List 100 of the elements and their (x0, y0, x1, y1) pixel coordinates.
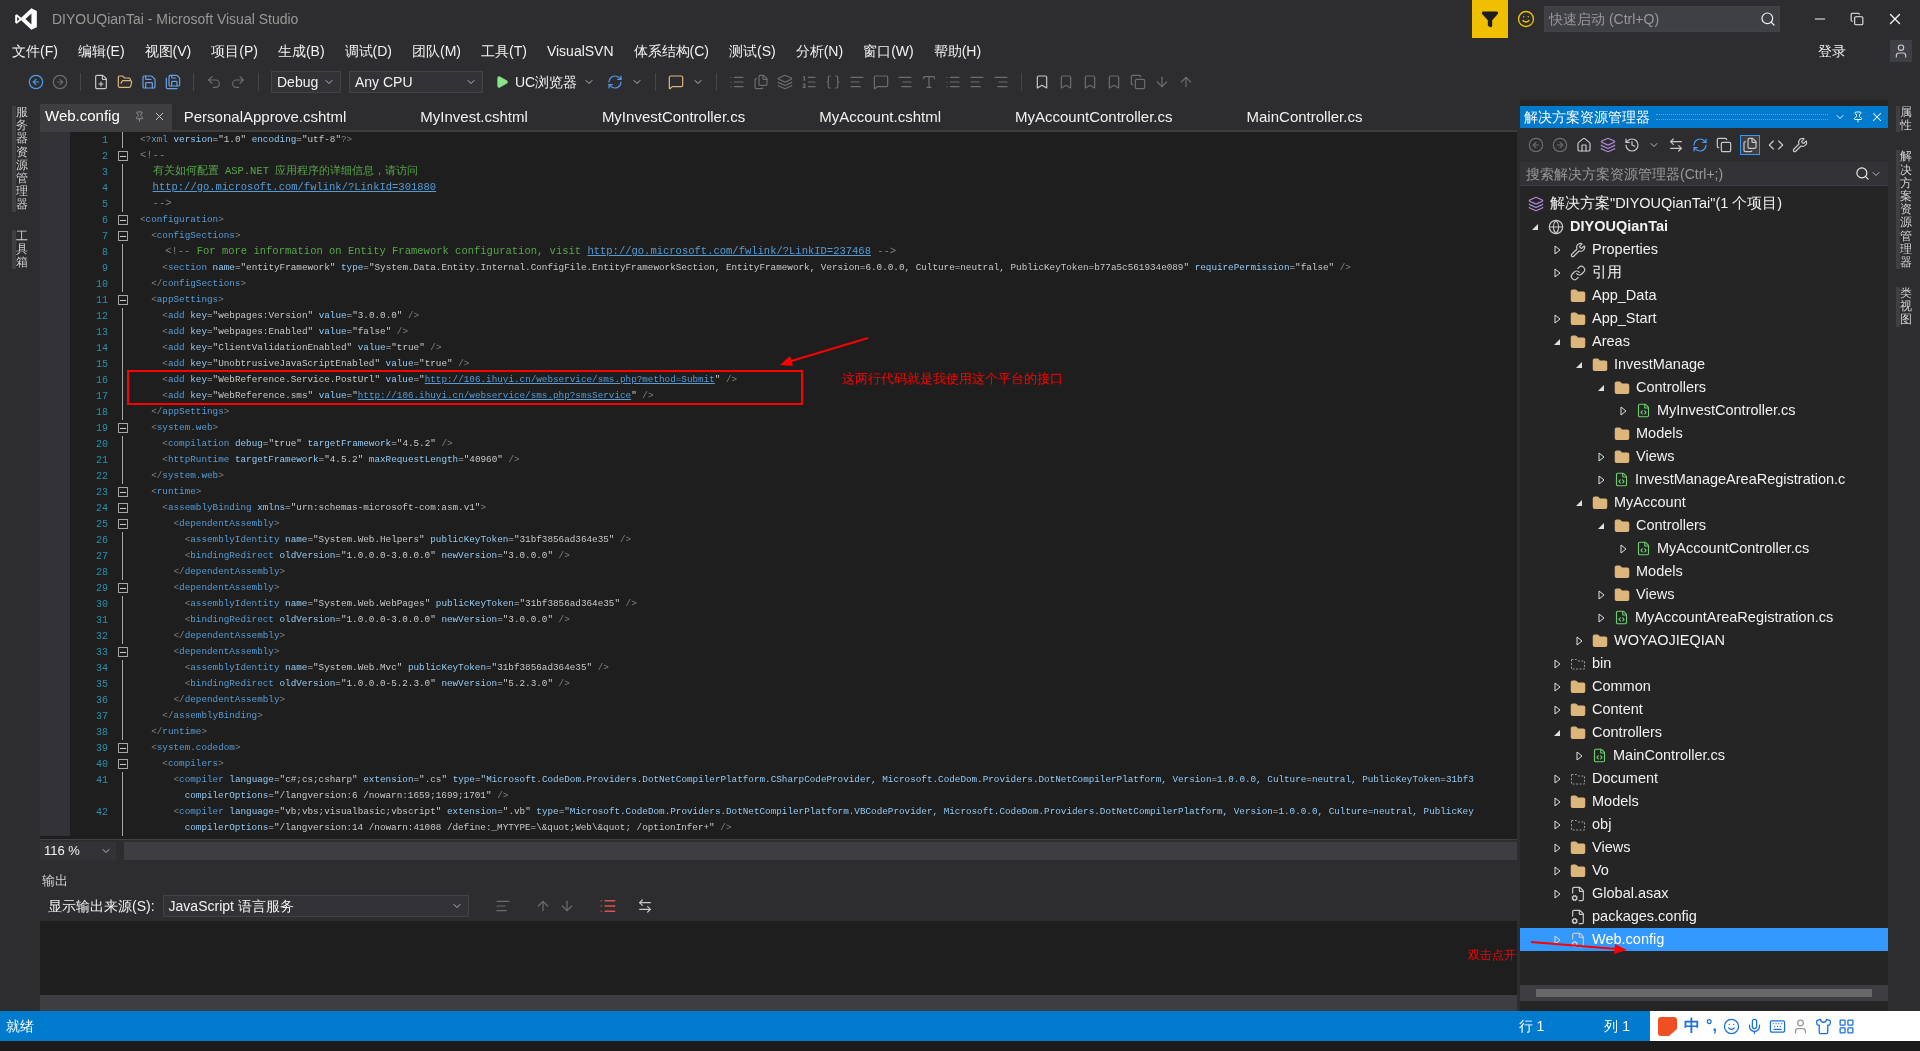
dock-tab[interactable]: 工具箱 (12, 229, 28, 270)
pin-icon[interactable] (133, 110, 145, 122)
smiley-icon[interactable] (1517, 10, 1535, 28)
zoom-dropdown[interactable]: 116 % (40, 841, 116, 860)
collapsed-arrow-icon[interactable] (1553, 796, 1561, 807)
collapse-icon[interactable] (118, 759, 128, 769)
quick-launch-field[interactable]: 快速启动 (Ctrl+Q) (1544, 6, 1780, 32)
home-icon[interactable] (1576, 137, 1592, 153)
collapsed-arrow-icon[interactable] (1597, 589, 1605, 600)
search-icon[interactable] (1760, 11, 1776, 27)
expanded-arrow-icon[interactable] (1597, 383, 1605, 392)
expanded-arrow-icon[interactable] (1553, 728, 1561, 737)
horizontal-scrollbar[interactable] (40, 995, 1517, 1011)
wrench-icon[interactable] (1792, 137, 1808, 153)
restore-icon[interactable] (1850, 12, 1864, 26)
collapsed-arrow-icon[interactable] (1553, 658, 1561, 669)
collapsed-arrow-icon[interactable] (1553, 681, 1561, 692)
tree-item[interactable]: InvestManageAreaRegistration.c (1520, 468, 1888, 491)
show-all-files-icon[interactable] (1740, 135, 1760, 155)
tree-item[interactable]: Controllers (1520, 514, 1888, 537)
tree-item[interactable]: obj (1520, 813, 1888, 836)
code-icon[interactable] (1768, 137, 1784, 153)
tree-item[interactable]: 引用 (1520, 261, 1888, 284)
tree-item[interactable]: packages.config (1520, 905, 1888, 928)
tree-item[interactable]: Views (1520, 445, 1888, 468)
align-left-icon[interactable] (849, 74, 866, 90)
menu-item[interactable]: VisualSVN (540, 40, 620, 62)
tree-item[interactable]: MyAccountController.cs (1520, 537, 1888, 560)
clear-list-icon[interactable] (598, 897, 617, 915)
tree-item[interactable]: Controllers (1520, 721, 1888, 744)
menu-item[interactable]: 项目(P) (205, 40, 264, 62)
collapsed-arrow-icon[interactable] (1597, 451, 1605, 462)
back-icon[interactable] (1528, 137, 1544, 153)
tree-item[interactable]: MyInvestController.cs (1520, 399, 1888, 422)
tree-item[interactable]: Models (1520, 790, 1888, 813)
list-icon[interactable] (945, 74, 962, 90)
menu-item[interactable]: 工具(T) (475, 40, 533, 62)
save-icon[interactable] (141, 74, 157, 90)
numbered-list-icon[interactable] (801, 74, 818, 90)
menu-item[interactable]: 编辑(E) (71, 40, 131, 62)
collapsed-arrow-icon[interactable] (1597, 612, 1605, 623)
collapsed-arrow-icon[interactable] (1597, 474, 1605, 485)
align-left-icon[interactable] (494, 898, 511, 914)
collapsed-arrow-icon[interactable] (1553, 842, 1561, 853)
word-wrap-icon[interactable] (636, 898, 653, 914)
collapse-icon[interactable] (118, 743, 128, 753)
tree-item[interactable]: Properties (1520, 238, 1888, 261)
collapsed-arrow-icon[interactable] (1553, 244, 1561, 255)
search-icon[interactable] (1855, 166, 1870, 181)
menu-item[interactable]: 文件(F) (6, 40, 64, 62)
tree-item[interactable]: Models (1520, 560, 1888, 583)
file-tab[interactable]: MyInvest.cshtml (408, 104, 590, 130)
collapsed-arrow-icon[interactable] (1575, 635, 1583, 646)
collapse-icon[interactable] (118, 647, 128, 657)
expanded-arrow-icon[interactable] (1575, 498, 1583, 507)
keyboard-icon[interactable] (1768, 1017, 1786, 1035)
collapsed-arrow-icon[interactable] (1553, 773, 1561, 784)
tree-item[interactable]: DIYOUQianTai (1520, 215, 1888, 238)
outdent-icon[interactable] (969, 74, 986, 90)
file-tab[interactable]: MainController.cs (1234, 104, 1425, 130)
sync-icon[interactable] (1668, 137, 1684, 153)
tree-item[interactable]: WOYAOJIEQIAN (1520, 629, 1888, 652)
braces-icon[interactable] (825, 74, 842, 90)
new-file-icon[interactable] (93, 74, 109, 90)
tree-item[interactable]: MyAccount (1520, 491, 1888, 514)
collapsed-arrow-icon[interactable] (1619, 543, 1627, 554)
collapse-icon[interactable] (118, 583, 128, 593)
tree-item[interactable]: Areas (1520, 330, 1888, 353)
indent-icon[interactable] (993, 74, 1010, 90)
collapse-icon[interactable] (118, 503, 128, 513)
list-icon[interactable] (729, 74, 746, 90)
tree-item[interactable]: Vo (1520, 859, 1888, 882)
ime-logo-icon[interactable] (1656, 1015, 1678, 1037)
save-all-icon[interactable] (165, 74, 181, 90)
collapsed-arrow-icon[interactable] (1553, 819, 1561, 830)
dock-tab[interactable]: 属性 (1896, 106, 1912, 133)
tree-item[interactable]: App_Data (1520, 284, 1888, 307)
file-tab[interactable]: Web.config (40, 104, 172, 130)
file-tab[interactable]: PersonalApprove.cshtml (171, 104, 409, 130)
ime-toggle[interactable]: °, (1706, 1014, 1717, 1038)
collapse-icon[interactable] (118, 215, 128, 225)
tree-item[interactable]: 解决方案"DIYOUQianTai"(1 个项目) (1520, 192, 1888, 215)
file-tab[interactable]: MyAccountController.cs (1002, 104, 1235, 130)
platform-dropdown[interactable]: Any CPU (349, 71, 483, 93)
user-icon[interactable] (1893, 43, 1909, 59)
open-folder-icon[interactable] (117, 74, 133, 90)
tree-item[interactable]: MainController.cs (1520, 744, 1888, 767)
refresh-icon[interactable] (1692, 137, 1708, 153)
tree-item[interactable]: InvestManage (1520, 353, 1888, 376)
menu-item[interactable]: 团队(M) (406, 40, 467, 62)
shirt-icon[interactable] (1814, 1017, 1832, 1035)
scrollbar-thumb[interactable] (1536, 989, 1872, 997)
tree-item[interactable]: Views (1520, 836, 1888, 859)
expanded-arrow-icon[interactable] (1575, 360, 1583, 369)
dock-tab[interactable]: 解决方案资源管理器 (1896, 150, 1912, 270)
tree-item[interactable]: Models (1520, 422, 1888, 445)
collapsed-arrow-icon[interactable] (1553, 865, 1561, 876)
menu-item[interactable]: 调试(D) (338, 40, 398, 62)
collapsed-arrow-icon[interactable] (1553, 704, 1561, 715)
collapse-icon[interactable] (118, 423, 128, 433)
